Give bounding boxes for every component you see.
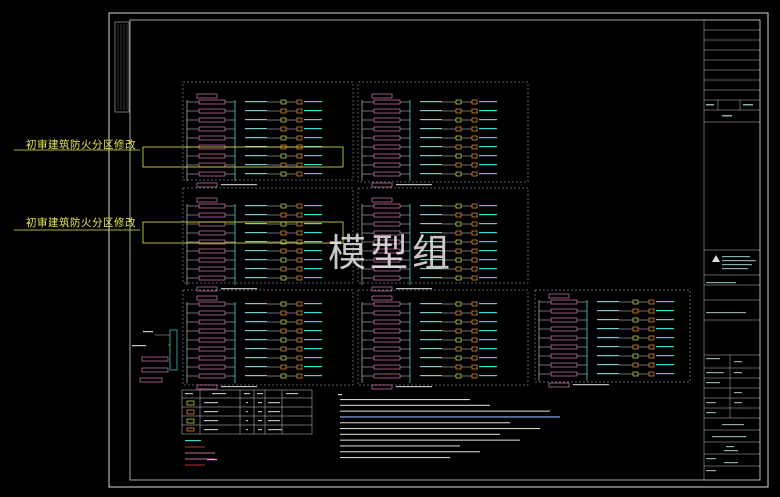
revision-note-2: 初审建筑防火分区修改 <box>26 217 136 229</box>
watermark: 模型组 <box>328 231 455 275</box>
revision-note-1: 初审建筑防火分区修改 <box>26 139 136 151</box>
